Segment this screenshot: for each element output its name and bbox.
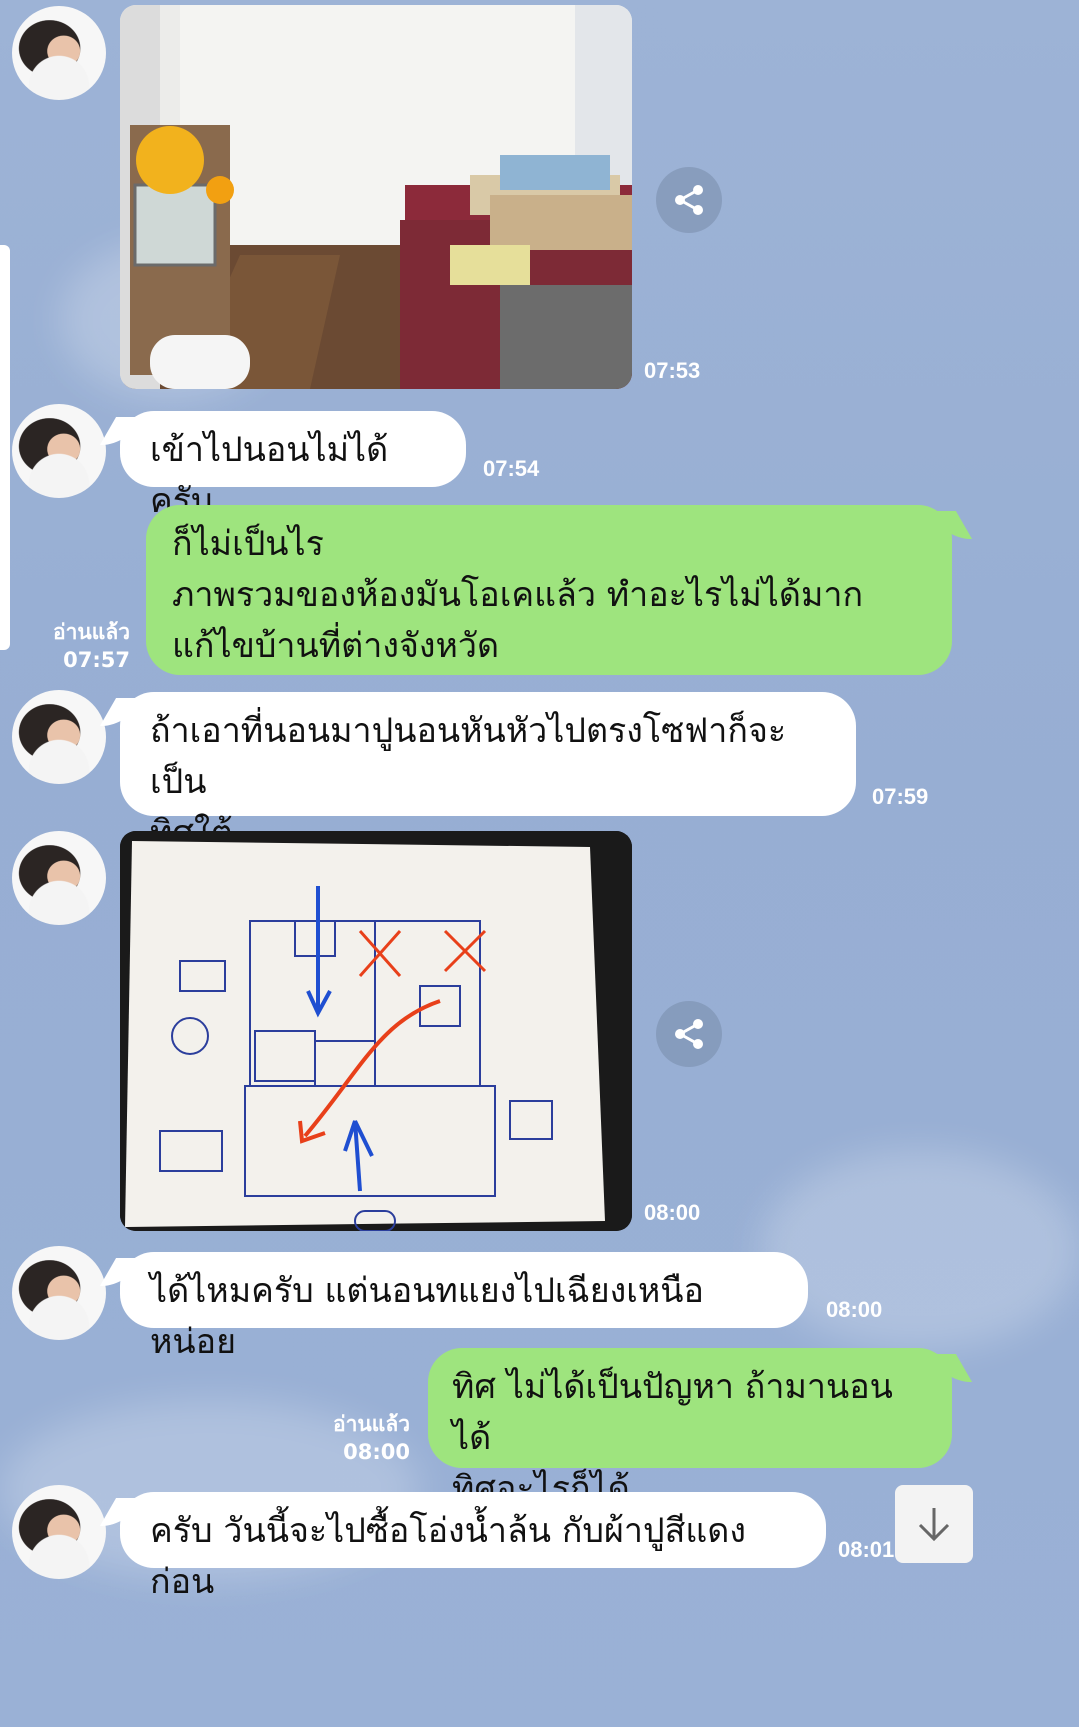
share-icon xyxy=(675,1019,703,1049)
message-line: ทิศ ไม่ได้เป็นปัญหา ถ้ามานอนได้ xyxy=(452,1367,893,1458)
room-photo[interactable] xyxy=(120,5,632,389)
message-time: 07:54 xyxy=(483,456,540,481)
incoming-message-bubble[interactable]: ครับ วันนี้จะไปซื้อโอ่งน้ำล้น กับผ้าปูสี… xyxy=(120,1492,826,1602)
message-time: 07:57 xyxy=(63,648,130,672)
read-label: อ่านแล้ว xyxy=(333,1412,410,1436)
share-button[interactable] xyxy=(656,1001,722,1067)
message-line: แก้ไขบ้านที่ต่างจังหวัด xyxy=(172,626,500,666)
room-photo-image xyxy=(120,5,632,389)
contact-avatar[interactable] xyxy=(12,1246,106,1340)
side-panel-edge[interactable] xyxy=(0,245,10,650)
contact-avatar[interactable] xyxy=(12,404,106,498)
read-label: อ่านแล้ว xyxy=(53,620,130,644)
scroll-to-bottom-button[interactable] xyxy=(895,1485,973,1563)
message-time: 08:01 xyxy=(838,1537,895,1562)
share-icon xyxy=(675,185,703,215)
outgoing-message-bubble[interactable]: ทิศ ไม่ได้เป็นปัญหา ถ้ามานอนได้ ทิศอะไรก… xyxy=(428,1348,952,1509)
outgoing-message-bubble[interactable]: ก็ไม่เป็นไร ภาพรวมของห้องมันโอเคแล้ว ทำอ… xyxy=(146,505,952,675)
message-time: 07:59 xyxy=(872,784,929,809)
message-time: 08:00 xyxy=(343,1440,410,1464)
message-time: 07:53 xyxy=(644,358,701,383)
floor-plan-image xyxy=(120,831,632,1231)
contact-avatar[interactable] xyxy=(12,1485,106,1579)
message-line: ถ้าเอาที่นอนมาปูนอนหันหัวไปตรงโซฟาก็จะเป… xyxy=(150,711,787,802)
message-time: 08:00 xyxy=(826,1297,883,1322)
read-receipt: อ่านแล้ว 08:00 xyxy=(310,1410,410,1466)
background-cloud xyxy=(760,1150,1079,1350)
message-line: ก็ไม่เป็นไร xyxy=(172,524,324,564)
message-text: ครับ วันนี้จะไปซื้อโอ่งน้ำล้น กับผ้าปูสี… xyxy=(150,1511,746,1602)
incoming-message-bubble[interactable]: เข้าไปนอนไม่ได้ครับ xyxy=(120,411,466,521)
message-line: ภาพรวมของห้องมันโอเคแล้ว ทำอะไรไม่ได้มาก xyxy=(172,575,864,615)
contact-avatar[interactable] xyxy=(12,690,106,784)
contact-avatar[interactable] xyxy=(12,831,106,925)
message-time: 08:00 xyxy=(644,1200,701,1225)
arrow-down-icon xyxy=(918,1508,950,1542)
contact-avatar[interactable] xyxy=(12,6,106,100)
floor-plan-photo[interactable] xyxy=(120,831,632,1231)
read-receipt: อ่านแล้ว 07:57 xyxy=(30,618,130,674)
incoming-message-bubble[interactable]: ถ้าเอาที่นอนมาปูนอนหันหัวไปตรงโซฟาก็จะเป… xyxy=(120,692,856,853)
incoming-message-bubble[interactable]: ได้ไหมครับ แต่นอนทแยงไปเฉียงเหนือหน่อย xyxy=(120,1252,808,1362)
share-button[interactable] xyxy=(656,167,722,233)
